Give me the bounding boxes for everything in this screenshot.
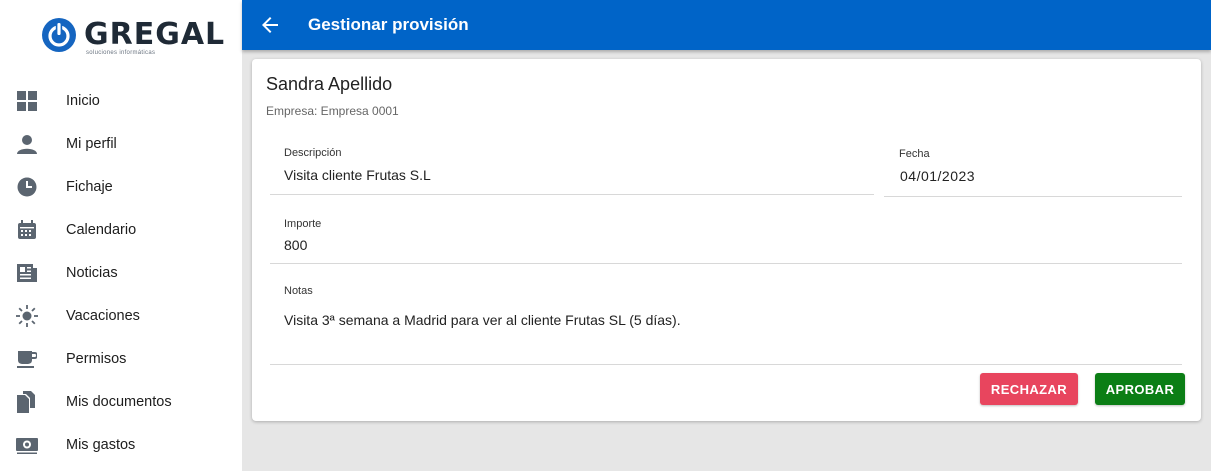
clock-icon xyxy=(16,176,38,198)
approve-button[interactable]: APROBAR xyxy=(1095,373,1185,405)
sidebar-item-label: Mis documentos xyxy=(66,393,172,410)
newspaper-icon xyxy=(16,262,38,284)
descripcion-label: Descripción xyxy=(284,147,342,159)
sidebar-item-label: Calendario xyxy=(66,221,137,238)
top-app-bar: Gestionar provisión xyxy=(242,0,1211,50)
fecha-label: Fecha xyxy=(899,148,930,160)
sidebar-item-label: Noticias xyxy=(66,264,118,281)
sidebar-item-permisos[interactable]: Permisos xyxy=(0,337,242,380)
sidebar-item-calendario[interactable]: Calendario xyxy=(0,208,242,251)
sun-icon xyxy=(16,305,38,327)
importe-field[interactable]: Importe 800 xyxy=(270,209,1182,264)
company-label: Empresa: Empresa 0001 xyxy=(266,104,399,118)
sidebar-item-label: Mis gastos xyxy=(66,436,136,453)
gregal-logo: GREGAL soluciones informáticas xyxy=(40,16,224,60)
sidebar: GREGAL soluciones informáticas Inicio Mi… xyxy=(0,0,242,471)
calendar-icon xyxy=(16,219,38,241)
sidebar-item-inicio[interactable]: Inicio xyxy=(0,79,242,122)
sidebar-item-label: Permisos xyxy=(66,350,127,367)
sidebar-item-fichaje[interactable]: Fichaje xyxy=(0,165,242,208)
sidebar-item-label: Inicio xyxy=(66,92,100,109)
sidebar-item-label: Fichaje xyxy=(66,178,113,195)
sidebar-item-label: Vacaciones xyxy=(66,307,140,324)
person-icon xyxy=(16,133,38,155)
sidebar-item-label: Mi perfil xyxy=(66,135,117,152)
page-title: Gestionar provisión xyxy=(308,15,469,34)
notas-field[interactable]: Notas Visita 3ª semana a Madrid para ver… xyxy=(270,277,1182,365)
provision-card: Sandra Apellido Empresa: Empresa 0001 De… xyxy=(252,59,1201,421)
importe-label: Importe xyxy=(284,218,322,230)
sidebar-item-noticias[interactable]: Noticias xyxy=(0,251,242,294)
coffee-icon xyxy=(16,348,38,370)
sidebar-item-mis-documentos[interactable]: Mis documentos xyxy=(0,380,242,423)
arrow-left-icon xyxy=(262,17,278,33)
notas-label: Notas xyxy=(284,285,313,297)
reject-button[interactable]: RECHAZAR xyxy=(980,373,1078,405)
fecha-field[interactable]: Fecha 04/01/2023 xyxy=(884,139,1182,197)
brand-tagline: soluciones informáticas xyxy=(86,50,156,56)
employee-name: Sandra Apellido xyxy=(266,74,393,94)
brand-name: GREGAL xyxy=(84,17,226,52)
notas-value: Visita 3ª semana a Madrid para ver al cl… xyxy=(284,312,681,328)
documents-icon xyxy=(16,391,38,413)
sidebar-menu: Inicio Mi perfil Fichaje Calendario Noti… xyxy=(0,79,242,466)
fecha-value: 04/01/2023 xyxy=(900,168,976,184)
sidebar-item-vacaciones[interactable]: Vacaciones xyxy=(0,294,242,337)
sidebar-item-mi-perfil[interactable]: Mi perfil xyxy=(0,122,242,165)
descripcion-value: Visita cliente Frutas S.L xyxy=(284,167,431,183)
sidebar-item-mis-gastos[interactable]: Mis gastos xyxy=(0,423,242,466)
dashboard-icon xyxy=(16,90,38,112)
power-logo-icon xyxy=(42,18,76,52)
importe-value: 800 xyxy=(284,237,308,253)
back-button[interactable] xyxy=(258,13,282,37)
money-icon xyxy=(16,434,38,456)
descripcion-field[interactable]: Descripción Visita cliente Frutas S.L xyxy=(270,139,874,195)
